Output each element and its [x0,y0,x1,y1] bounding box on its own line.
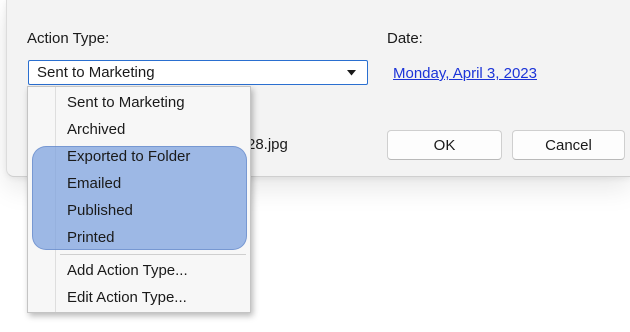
menu-item-label: Edit Action Type... [67,289,187,306]
action-type-selected-value: Sent to Marketing [37,64,155,81]
date-link[interactable]: Monday, April 3, 2023 [393,65,537,82]
menu-item-label: Add Action Type... [67,262,188,279]
date-label: Date: [387,30,423,47]
action-type-dropdown-menu: Sent to Marketing Archived Exported to F… [27,86,251,313]
menu-item-add-action-type[interactable]: Add Action Type... [28,257,250,284]
menu-item-label: Published [67,202,133,219]
menu-item-label: Exported to Folder [67,148,191,165]
menu-item-edit-action-type[interactable]: Edit Action Type... [28,284,250,311]
menu-separator [60,254,246,255]
menu-item-label: Archived [67,121,126,138]
action-type-combobox[interactable]: Sent to Marketing [28,60,368,85]
ok-button[interactable]: OK [387,130,502,160]
action-type-label: Action Type: [27,30,110,47]
menu-item-sent-to-marketing[interactable]: Sent to Marketing [28,89,250,116]
menu-item-exported-to-folder[interactable]: Exported to Folder [28,143,250,170]
menu-item-emailed[interactable]: Emailed [28,170,250,197]
menu-item-printed[interactable]: Printed [28,224,250,251]
chevron-down-icon [344,69,358,76]
menu-item-archived[interactable]: Archived [28,116,250,143]
menu-item-label: Sent to Marketing [67,94,185,111]
filename-text: 28.jpg [247,136,288,153]
cancel-button[interactable]: Cancel [512,130,625,160]
menu-item-published[interactable]: Published [28,197,250,224]
menu-item-label: Printed [67,229,115,246]
menu-item-label: Emailed [67,175,122,192]
